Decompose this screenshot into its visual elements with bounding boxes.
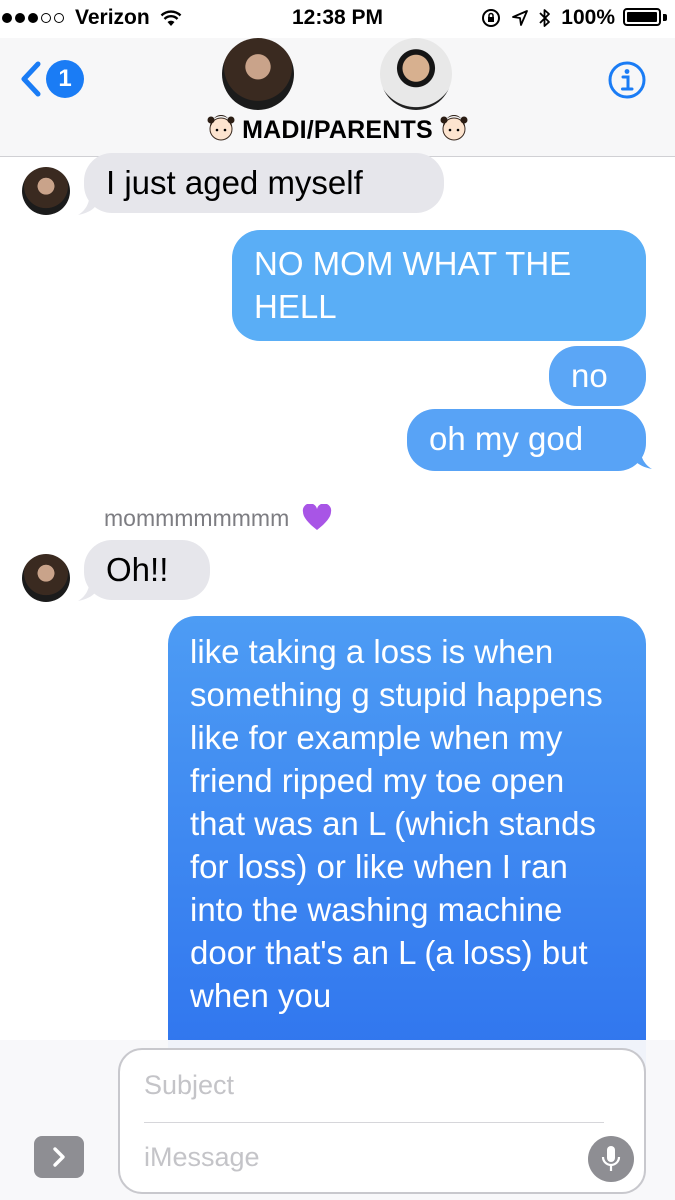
group-title[interactable]: MADI/PARENTS	[0, 112, 675, 149]
status-right: 100%	[481, 6, 667, 30]
input-divider	[144, 1122, 604, 1123]
message-bubble-outgoing[interactable]: like taking a loss is when something g s…	[168, 616, 646, 1076]
message-composer	[0, 1040, 675, 1200]
expand-apps-button[interactable]	[34, 1136, 84, 1178]
message-bubble-incoming[interactable]: I just aged myself	[84, 153, 444, 213]
conversation-header: 1 MADI/PARENTS	[0, 38, 675, 157]
status-bar: Verizon 12:38 PM 100%	[0, 0, 675, 38]
group-name: MADI/PARENTS	[242, 116, 433, 144]
sender-avatar[interactable]	[22, 554, 70, 602]
chevron-right-icon	[53, 1147, 65, 1167]
imessage-field[interactable]	[144, 1142, 574, 1173]
subject-field[interactable]	[144, 1070, 604, 1101]
sender-avatar[interactable]	[22, 167, 70, 215]
message-bubble-outgoing[interactable]: oh my god	[407, 409, 646, 471]
message-bubble-outgoing[interactable]: no	[549, 346, 646, 406]
chevron-left-icon	[21, 61, 41, 97]
purple-heart-icon	[302, 503, 332, 538]
location-icon	[511, 9, 529, 27]
message-bubble-outgoing[interactable]: NO MOM WHAT THE HELL	[232, 230, 646, 341]
info-button[interactable]	[607, 60, 647, 105]
girl-face-icon	[206, 112, 236, 149]
bluetooth-icon	[539, 8, 551, 28]
battery-icon	[623, 8, 667, 28]
unread-count-badge: 1	[46, 60, 84, 98]
avatar-participant-dad[interactable]	[380, 38, 452, 110]
composer-input-box	[118, 1048, 646, 1194]
girl-face-icon	[439, 112, 469, 149]
info-icon	[608, 61, 646, 99]
avatar-participant-mom[interactable]	[222, 38, 294, 110]
sender-name-label: mommmmmmmm	[104, 503, 332, 538]
back-button[interactable]: 1	[20, 60, 84, 98]
dictation-button[interactable]	[588, 1136, 634, 1182]
battery-percent: 100%	[561, 6, 615, 29]
microphone-icon	[601, 1146, 621, 1171]
message-bubble-incoming[interactable]: Oh!!	[84, 540, 210, 600]
orientation-lock-icon	[481, 8, 501, 28]
